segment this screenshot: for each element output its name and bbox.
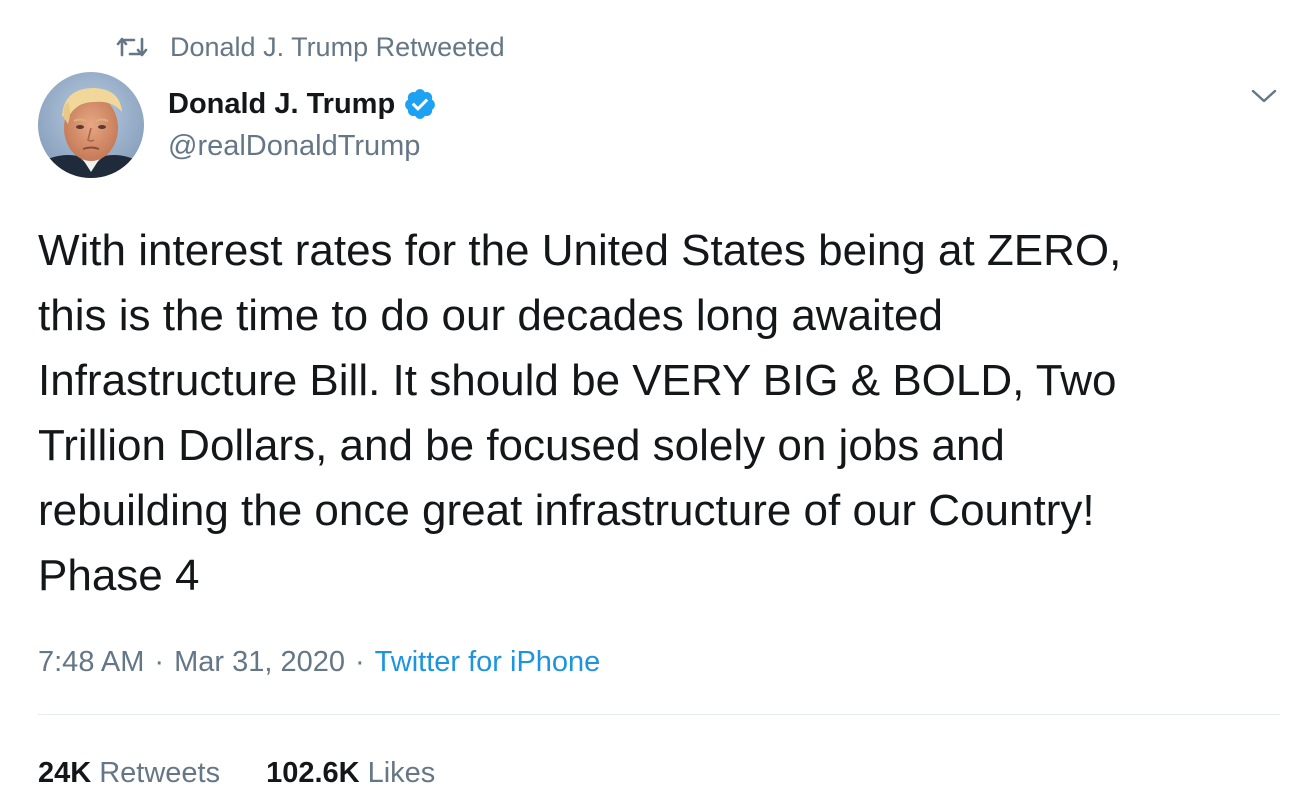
retweet-context: Donald J. Trump Retweeted [116, 30, 505, 64]
tweet-text-line: Trillion Dollars, and be focused solely … [38, 421, 1005, 470]
likes-label: Likes [367, 756, 436, 789]
tweet-text-line: With interest rates for the United State… [38, 226, 1122, 275]
verified-badge-icon [403, 87, 437, 121]
tweet-time[interactable]: 7:48 AM [38, 646, 144, 679]
tweet-text-line: Phase 4 [38, 551, 200, 600]
retweet-context-text[interactable]: Donald J. Trump Retweeted [170, 32, 505, 63]
chevron-down-icon[interactable] [1250, 86, 1278, 106]
retweets-stat[interactable]: 24K Retweets [38, 757, 220, 790]
tweet-stats: 24K Retweets 102.6K Likes [38, 752, 435, 794]
display-name[interactable]: Donald J. Trump [168, 88, 395, 121]
meta-separator: · [354, 645, 365, 678]
tweet-card: Donald J. Trump Retweeted Donald J. Trum… [0, 0, 1300, 812]
author-name-row[interactable]: Donald J. Trump [168, 84, 437, 124]
tweet-text-line: this is the time to do our decades long … [38, 291, 943, 340]
tweet-text-line: Infrastructure Bill. It should be VERY B… [38, 356, 1117, 405]
retweets-label: Retweets [99, 756, 221, 789]
retweets-count: 24K [38, 756, 92, 789]
tweet-text: With interest rates for the United State… [38, 218, 1278, 608]
retweet-icon [116, 35, 148, 59]
tweet-source-link[interactable]: Twitter for iPhone [375, 646, 601, 679]
meta-separator: · [154, 645, 165, 678]
likes-stat[interactable]: 102.6K Likes [266, 757, 435, 790]
profile-avatar[interactable] [38, 72, 144, 178]
divider [38, 714, 1280, 715]
tweet-date[interactable]: Mar 31, 2020 [174, 646, 345, 679]
tweet-text-line: rebuilding the once great infrastructure… [38, 486, 1095, 535]
tweet-meta: 7:48 AM · Mar 31, 2020 · Twitter for iPh… [38, 642, 600, 682]
author-handle[interactable]: @realDonaldTrump [168, 130, 420, 163]
likes-count: 102.6K [266, 756, 360, 789]
